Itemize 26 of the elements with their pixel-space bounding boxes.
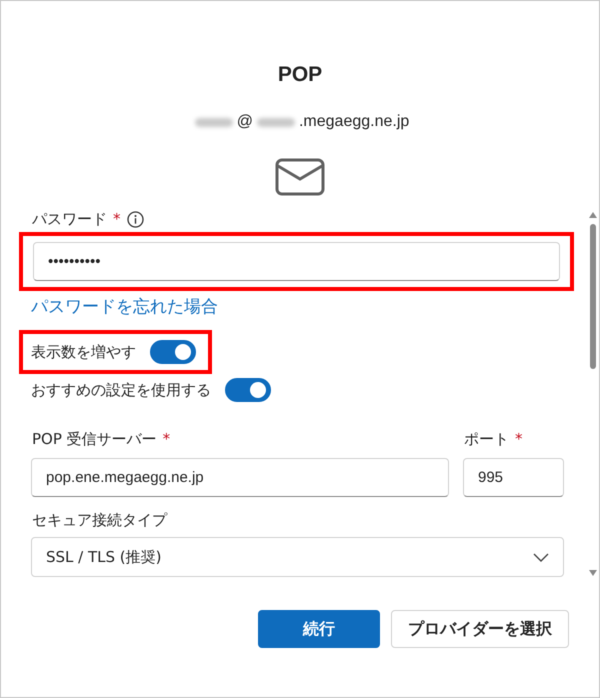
field-label: ポート (464, 430, 509, 448)
security-dropdown[interactable]: SSL / TLS (推奨) (31, 537, 564, 577)
blurred-text (194, 118, 233, 126)
required-mark: * (162, 430, 170, 448)
select-provider-button[interactable]: プロバイダーを選択 (391, 610, 569, 648)
port-field[interactable]: 995 (463, 458, 564, 497)
toggle-label: おすすめの設定を使用する (31, 380, 211, 400)
toggle-switch[interactable] (225, 378, 271, 402)
envelope-icon (275, 158, 325, 196)
email-text: .megaegg.ne.jp (298, 113, 410, 131)
blurred-text (256, 118, 295, 126)
field-label: セキュア接続タイプ (32, 510, 167, 530)
password-field[interactable]: •••••••••• (33, 242, 560, 281)
field-label: POP 受信サーバー (32, 430, 157, 448)
required-mark: * (515, 430, 522, 448)
dialog-title: POP (278, 63, 322, 87)
forgot-password-link[interactable]: パスワードを忘れた場合 (31, 295, 574, 318)
chevron-down-icon (533, 552, 549, 562)
required-mark: * (113, 210, 120, 228)
field-label: パスワード (32, 210, 107, 228)
toggle-switch[interactable] (150, 340, 196, 364)
toggle-label: 表示数を増やす (31, 342, 136, 362)
email-text: @ (236, 113, 253, 131)
info-icon (126, 210, 144, 228)
server-field[interactable]: pop.ene.megaegg.ne.jp (31, 458, 449, 497)
continue-button[interactable]: 続行 (258, 610, 380, 648)
